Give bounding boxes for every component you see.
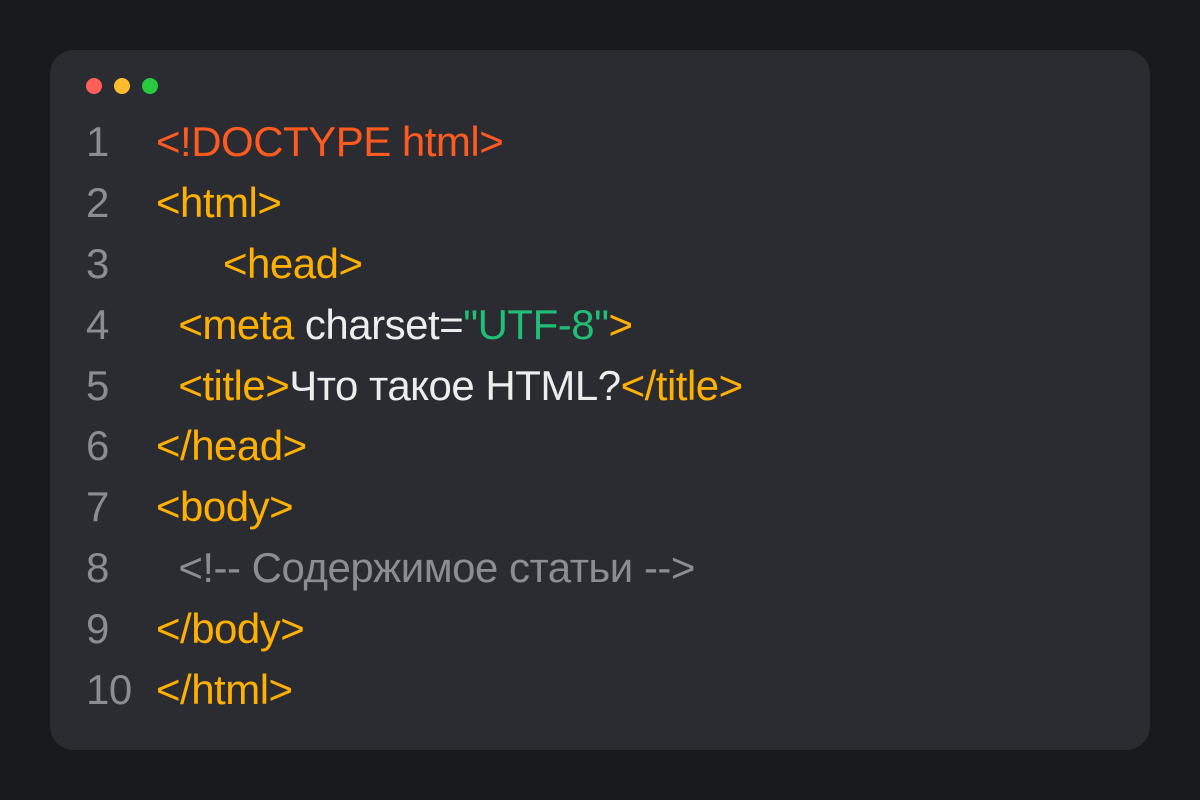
line-number: 6 (86, 416, 156, 477)
token-attr: charset= (305, 301, 463, 348)
token-tag: <body> (156, 483, 293, 530)
code-line[interactable]: 5 <title>Что такое HTML?</title> (86, 356, 1114, 417)
code-content: <title>Что такое HTML?</title> (156, 356, 1114, 417)
token-tag: </title> (621, 362, 743, 409)
line-number: 8 (86, 538, 156, 599)
code-content: <head> (156, 234, 1114, 295)
minimize-icon[interactable] (114, 78, 130, 94)
code-content: <!DOCTYPE html> (156, 112, 1114, 173)
line-number: 10 (86, 660, 156, 721)
code-line[interactable]: 3 <head> (86, 234, 1114, 295)
line-number: 7 (86, 477, 156, 538)
window-titlebar (86, 78, 1114, 94)
token-tag: <html> (156, 179, 281, 226)
token-tag: <head> (223, 240, 363, 287)
code-window: 1<!DOCTYPE html>2<html>3 <head>4 <meta c… (50, 50, 1150, 750)
line-number: 3 (86, 234, 156, 295)
code-line[interactable]: 8 <!-- Содержимое статьи --> (86, 538, 1114, 599)
code-line[interactable]: 1<!DOCTYPE html> (86, 112, 1114, 173)
code-line[interactable]: 6</head> (86, 416, 1114, 477)
code-line[interactable]: 7<body> (86, 477, 1114, 538)
code-line[interactable]: 4 <meta charset="UTF-8"> (86, 295, 1114, 356)
indent (156, 544, 178, 591)
indent (156, 301, 178, 348)
code-line[interactable]: 10</html> (86, 660, 1114, 721)
code-content: </head> (156, 416, 1114, 477)
indent (156, 240, 223, 287)
code-line[interactable]: 9</body> (86, 599, 1114, 660)
code-editor[interactable]: 1<!DOCTYPE html>2<html>3 <head>4 <meta c… (86, 112, 1114, 721)
token-tag: </body> (156, 605, 304, 652)
indent (156, 362, 178, 409)
token-tag: <meta (178, 301, 305, 348)
zoom-icon[interactable] (142, 78, 158, 94)
token-tag: > (609, 301, 633, 348)
line-number: 1 (86, 112, 156, 173)
code-content: </html> (156, 660, 1114, 721)
token-tag: </html> (156, 666, 293, 713)
token-string: "UTF-8" (463, 301, 608, 348)
code-content: <!-- Содержимое статьи --> (156, 538, 1114, 599)
code-content: <meta charset="UTF-8"> (156, 295, 1114, 356)
token-tag: <title> (178, 362, 289, 409)
token-comment: <!-- Содержимое статьи --> (178, 544, 695, 591)
line-number: 4 (86, 295, 156, 356)
line-number: 9 (86, 599, 156, 660)
token-text: Что такое HTML? (289, 362, 620, 409)
code-content: <html> (156, 173, 1114, 234)
token-tag: </head> (156, 422, 307, 469)
code-content: <body> (156, 477, 1114, 538)
token-doctype: <!DOCTYPE html> (156, 118, 503, 165)
close-icon[interactable] (86, 78, 102, 94)
code-content: </body> (156, 599, 1114, 660)
line-number: 2 (86, 173, 156, 234)
line-number: 5 (86, 356, 156, 417)
code-line[interactable]: 2<html> (86, 173, 1114, 234)
